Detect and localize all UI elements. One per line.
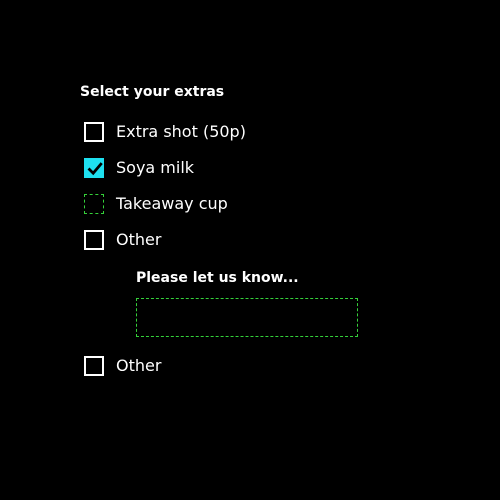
other-text-input[interactable] bbox=[136, 298, 358, 337]
checkbox-extra-shot[interactable]: Extra shot (50p) bbox=[84, 120, 246, 144]
checkbox-label[interactable]: Extra shot (50p) bbox=[116, 120, 246, 144]
checkbox-box[interactable] bbox=[84, 122, 104, 142]
checkbox-takeaway-cup[interactable]: Takeaway cup bbox=[84, 192, 228, 216]
checkmark-icon bbox=[87, 162, 103, 176]
checkbox-label[interactable]: Other bbox=[116, 354, 161, 378]
checkbox-label[interactable]: Soya milk bbox=[116, 156, 194, 180]
extras-form: Select your extras Extra shot (50p) Soya… bbox=[0, 0, 500, 500]
checkbox-box-checked[interactable] bbox=[84, 158, 104, 178]
checkbox-label[interactable]: Takeaway cup bbox=[116, 192, 228, 216]
checkbox-box-focused[interactable] bbox=[84, 194, 104, 214]
checkbox-other-second[interactable]: Other bbox=[84, 354, 161, 378]
checkbox-soya-milk[interactable]: Soya milk bbox=[84, 156, 194, 180]
checkbox-box[interactable] bbox=[84, 356, 104, 376]
other-text-label: Please let us know... bbox=[136, 270, 299, 286]
checkbox-box[interactable] bbox=[84, 230, 104, 250]
checkbox-label[interactable]: Other bbox=[116, 228, 161, 252]
fieldset-legend: Select your extras bbox=[80, 84, 225, 100]
checkbox-other[interactable]: Other bbox=[84, 228, 161, 252]
